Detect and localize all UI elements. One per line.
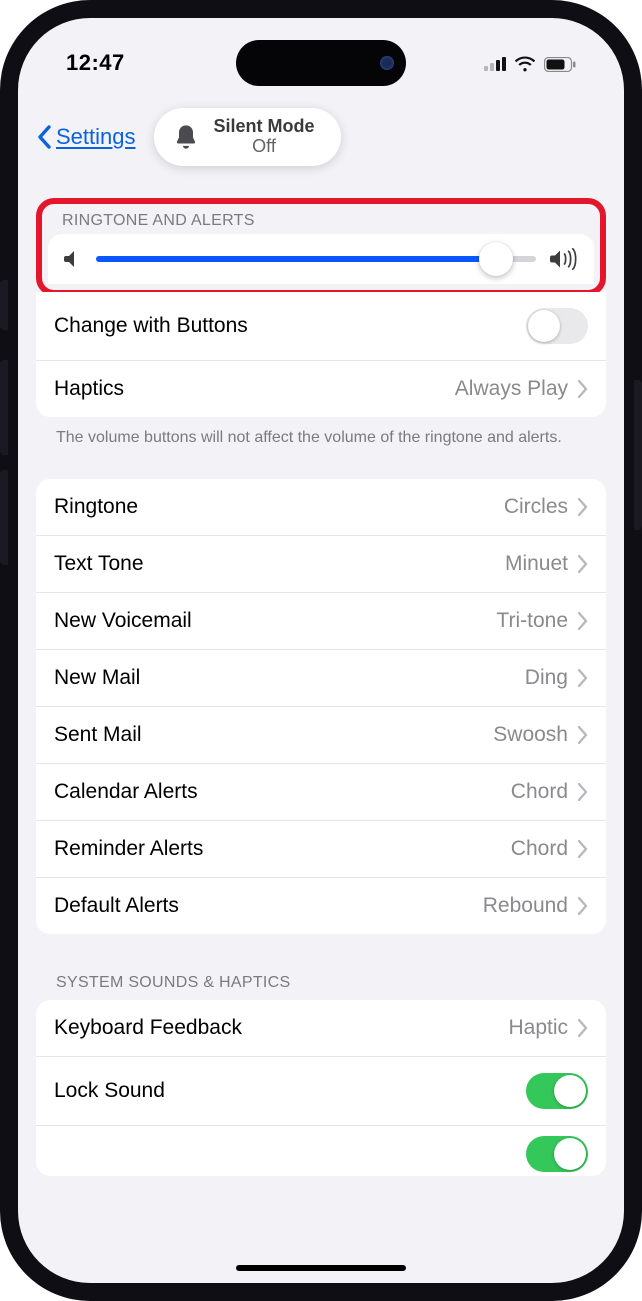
- row-label: New Voicemail: [54, 609, 192, 633]
- row-label: Reminder Alerts: [54, 837, 203, 861]
- chevron-right-icon: [578, 555, 588, 573]
- row-label: Sent Mail: [54, 723, 142, 747]
- row-value: Circles: [504, 495, 568, 519]
- chevron-right-icon: [578, 380, 588, 398]
- row-tone[interactable]: Text Tone Minuet: [36, 535, 606, 592]
- chevron-right-icon: [578, 897, 588, 915]
- row-label: [54, 1142, 60, 1166]
- back-button[interactable]: Settings: [36, 124, 136, 150]
- group-volume-extras: Change with Buttons Haptics Always Play: [36, 292, 606, 417]
- row-value: Chord: [511, 837, 568, 861]
- status-icons: [484, 54, 576, 72]
- row-label: Change with Buttons: [54, 314, 248, 338]
- silent-mode-pill: Silent Mode Off: [154, 108, 341, 166]
- volume-slider-row: [48, 234, 594, 284]
- chevron-right-icon: [578, 783, 588, 801]
- silent-switch[interactable]: [0, 280, 8, 330]
- row-tone[interactable]: Default Alerts Rebound: [36, 877, 606, 934]
- phone-frame: 12:47 Settings Silent Mode Off: [0, 0, 642, 1301]
- row-value: Tri-tone: [496, 609, 568, 633]
- chevron-right-icon: [578, 726, 588, 744]
- row-label: Default Alerts: [54, 894, 179, 918]
- cellular-icon: [484, 57, 506, 71]
- row-label: Haptics: [54, 377, 124, 401]
- row-value: Swoosh: [493, 723, 568, 747]
- row-change-with-buttons[interactable]: Change with Buttons: [36, 292, 606, 360]
- battery-icon: [544, 57, 576, 72]
- row-value: Ding: [525, 666, 568, 690]
- row-tone[interactable]: Ringtone Circles: [36, 479, 606, 535]
- row-tone[interactable]: New Mail Ding: [36, 649, 606, 706]
- speaker-low-icon: [64, 249, 82, 269]
- volume-down-button[interactable]: [0, 470, 8, 565]
- row-keyboard-feedback[interactable]: Keyboard Feedback Haptic: [36, 1000, 606, 1056]
- pill-line2: Off: [252, 137, 276, 157]
- chevron-right-icon: [578, 612, 588, 630]
- row-tone[interactable]: Calendar Alerts Chord: [36, 763, 606, 820]
- side-button[interactable]: [634, 380, 642, 530]
- dynamic-island: [236, 40, 406, 86]
- row-label: New Mail: [54, 666, 140, 690]
- row-partial[interactable]: [36, 1125, 606, 1176]
- status-time: 12:47: [66, 50, 125, 76]
- chevron-left-icon: [36, 125, 52, 149]
- chevron-right-icon: [578, 1019, 588, 1037]
- row-label: Lock Sound: [54, 1079, 165, 1103]
- pill-line1: Silent Mode: [214, 117, 315, 137]
- row-haptics[interactable]: Haptics Always Play: [36, 360, 606, 417]
- home-indicator[interactable]: [236, 1265, 406, 1271]
- row-label: Keyboard Feedback: [54, 1016, 242, 1040]
- toggle-lock-sound[interactable]: [526, 1073, 588, 1109]
- toggle-partial[interactable]: [526, 1136, 588, 1172]
- row-label: Ringtone: [54, 495, 138, 519]
- volume-slider[interactable]: [96, 256, 536, 262]
- group-system-sounds: Keyboard Feedback Haptic Lock Sound: [36, 1000, 606, 1176]
- chevron-right-icon: [578, 498, 588, 516]
- section-footer: The volume buttons will not affect the v…: [36, 417, 606, 449]
- row-value: Rebound: [483, 894, 568, 918]
- back-label: Settings: [56, 124, 136, 150]
- nav-bar: Settings Silent Mode Off: [18, 108, 624, 166]
- row-tone[interactable]: Reminder Alerts Chord: [36, 820, 606, 877]
- row-value: Minuet: [505, 552, 568, 576]
- bell-icon: [172, 123, 200, 151]
- screen: 12:47 Settings Silent Mode Off: [18, 18, 624, 1283]
- settings-content: Ringtone and Alerts Change with Buttons: [18, 178, 624, 1283]
- chevron-right-icon: [578, 840, 588, 858]
- highlight-box: Ringtone and Alerts: [36, 198, 606, 296]
- toggle-change-with-buttons[interactable]: [526, 308, 588, 344]
- row-tone[interactable]: Sent Mail Swoosh: [36, 706, 606, 763]
- slider-knob[interactable]: [479, 242, 513, 276]
- row-value: Chord: [511, 780, 568, 804]
- row-value: Haptic: [508, 1016, 568, 1040]
- volume-up-button[interactable]: [0, 360, 8, 455]
- chevron-right-icon: [578, 669, 588, 687]
- section-header-system: System Sounds & Haptics: [36, 964, 606, 1000]
- row-label: Calendar Alerts: [54, 780, 198, 804]
- row-label: Text Tone: [54, 552, 144, 576]
- row-tone[interactable]: New Voicemail Tri-tone: [36, 592, 606, 649]
- row-value: Always Play: [455, 377, 568, 401]
- speaker-high-icon: [550, 248, 578, 270]
- wifi-icon: [514, 56, 536, 72]
- row-lock-sound[interactable]: Lock Sound: [36, 1056, 606, 1125]
- group-tones: Ringtone Circles Text Tone Minuet New Voicem…: [36, 479, 606, 934]
- section-header-ringtone: Ringtone and Alerts: [48, 208, 594, 234]
